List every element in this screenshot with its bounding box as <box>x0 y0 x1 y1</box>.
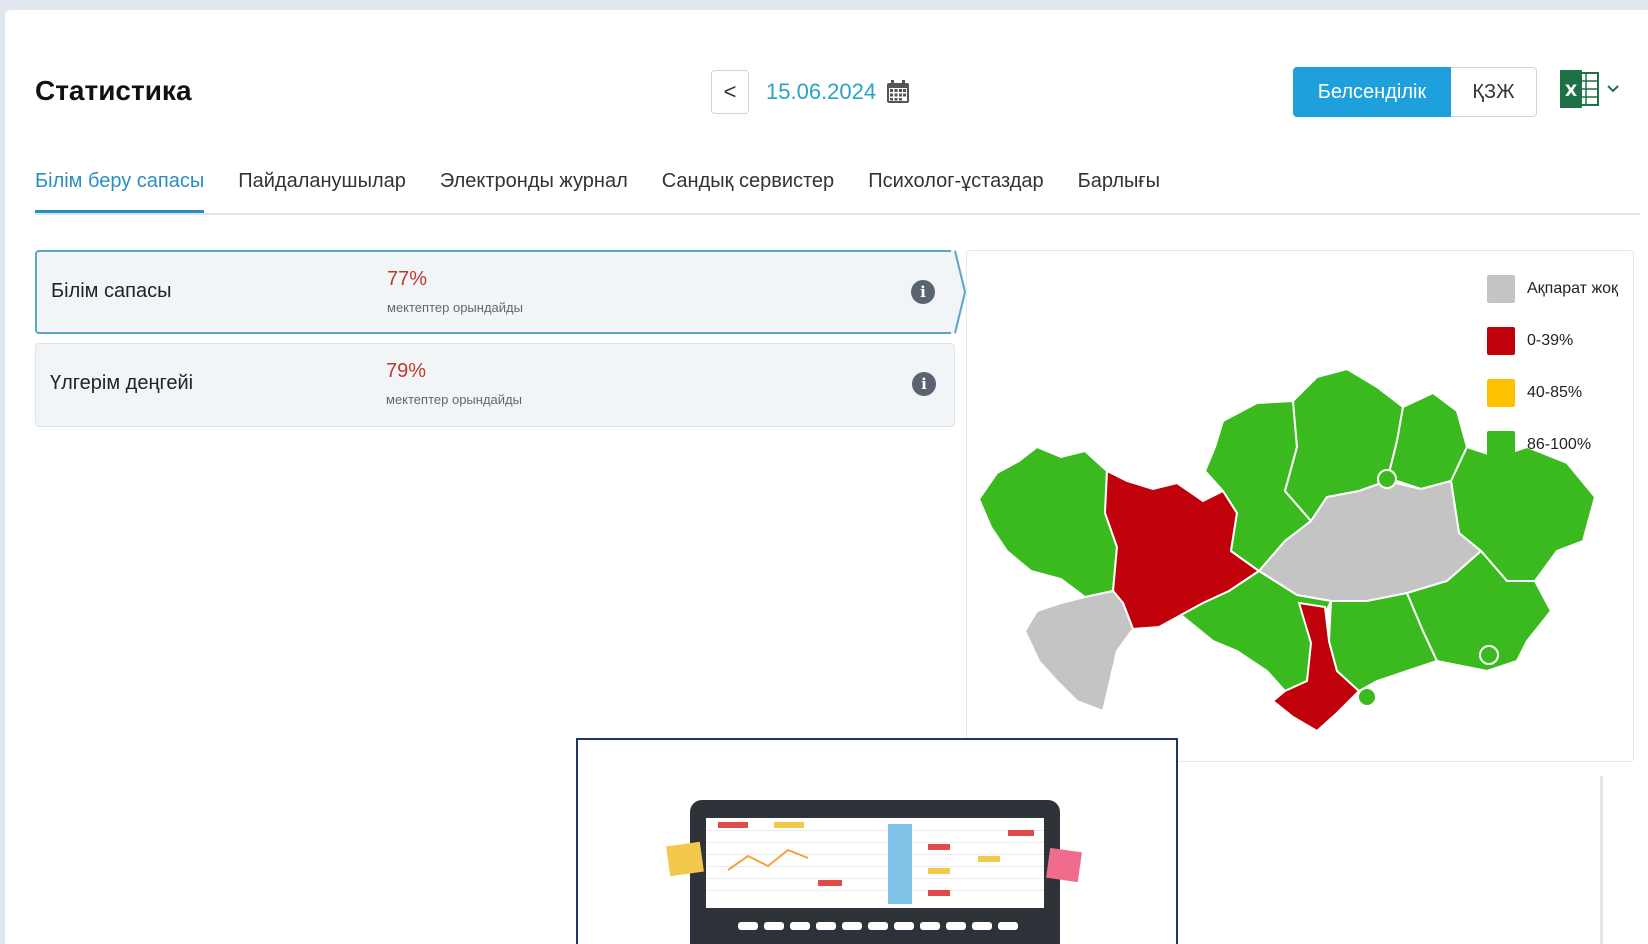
city-marker[interactable] <box>1377 469 1397 489</box>
legend-swatch <box>1487 327 1515 355</box>
date-picker: < 15.06.2024 <box>711 70 910 114</box>
card-subtitle: мектептер орындайды <box>386 392 522 407</box>
region-west[interactable] <box>977 445 1119 599</box>
excel-icon[interactable]: X <box>1560 70 1600 108</box>
legend-item: 40-85% <box>1487 367 1618 419</box>
map-legend: Ақпарат жоқ 0-39% 40-85% 86-100% <box>1487 263 1618 471</box>
region-mangystau[interactable] <box>1023 589 1135 713</box>
map-card: Ақпарат жоқ 0-39% 40-85% 86-100% <box>966 250 1634 762</box>
legend-label: 0-39% <box>1527 332 1574 349</box>
calendar-icon[interactable] <box>886 80 910 104</box>
card-label: Білім сапасы <box>51 280 172 302</box>
legend-item: Ақпарат жоқ <box>1487 263 1618 315</box>
laptop-spreadsheet-image <box>666 800 1082 944</box>
card-label: Үлгерім деңгейі <box>50 372 194 394</box>
tab-electronic-journal[interactable]: Электронды журнал <box>440 168 628 215</box>
legend-item: 0-39% <box>1487 315 1618 367</box>
tab-education-quality[interactable]: Білім беру сапасы <box>35 168 205 215</box>
legend-label: 86-100% <box>1527 436 1592 453</box>
card-education-quality[interactable]: Білім сапасы 77% мектептер орындайды i <box>35 250 967 334</box>
tab-psychologists[interactable]: Психолог-ұстаздар <box>868 168 1043 215</box>
card-percent: 79% <box>386 360 427 382</box>
tab-digital-services[interactable]: Сандық сервистер <box>662 168 834 215</box>
prev-date-button[interactable]: < <box>711 70 749 114</box>
legend-swatch <box>1487 431 1515 459</box>
toggle-activity-button[interactable]: Белсенділік <box>1293 67 1451 117</box>
card-subtitle: мектептер орындайды <box>387 300 523 315</box>
mode-toggle: Белсенділік ҚЗЖ <box>1293 67 1537 117</box>
laptop-illustration <box>576 738 1178 944</box>
legend-item: 86-100% <box>1487 419 1618 471</box>
legend-swatch <box>1487 275 1515 303</box>
legend-label: 40-85% <box>1527 384 1583 401</box>
date-value[interactable]: 15.06.2024 <box>766 79 876 105</box>
divider-line <box>1600 776 1603 944</box>
legend-label: Ақпарат жоқ <box>1527 280 1619 297</box>
city-marker[interactable] <box>1357 687 1377 707</box>
card-performance-level[interactable]: Үлгерім деңгейі 79% мектептер орындайды … <box>35 343 955 427</box>
selected-arrow-icon <box>951 250 967 334</box>
toggle-kzzh-button[interactable]: ҚЗЖ <box>1451 67 1537 117</box>
city-marker[interactable] <box>1479 645 1499 665</box>
tab-divider <box>35 213 1640 215</box>
chevron-down-icon[interactable] <box>1606 82 1620 96</box>
page-title: Статистика <box>35 75 192 106</box>
info-icon[interactable]: i <box>912 372 936 396</box>
legend-swatch <box>1487 379 1515 407</box>
card-percent: 77% <box>387 268 428 290</box>
info-icon[interactable]: i <box>911 280 935 304</box>
tab-bar: Білім беру сапасы Пайдаланушылар Электро… <box>35 168 1194 215</box>
svg-text:X: X <box>1565 81 1578 100</box>
tab-all[interactable]: Барлығы <box>1078 168 1160 215</box>
tab-users[interactable]: Пайдаланушылар <box>238 168 406 215</box>
excel-export[interactable]: X <box>1560 70 1620 108</box>
